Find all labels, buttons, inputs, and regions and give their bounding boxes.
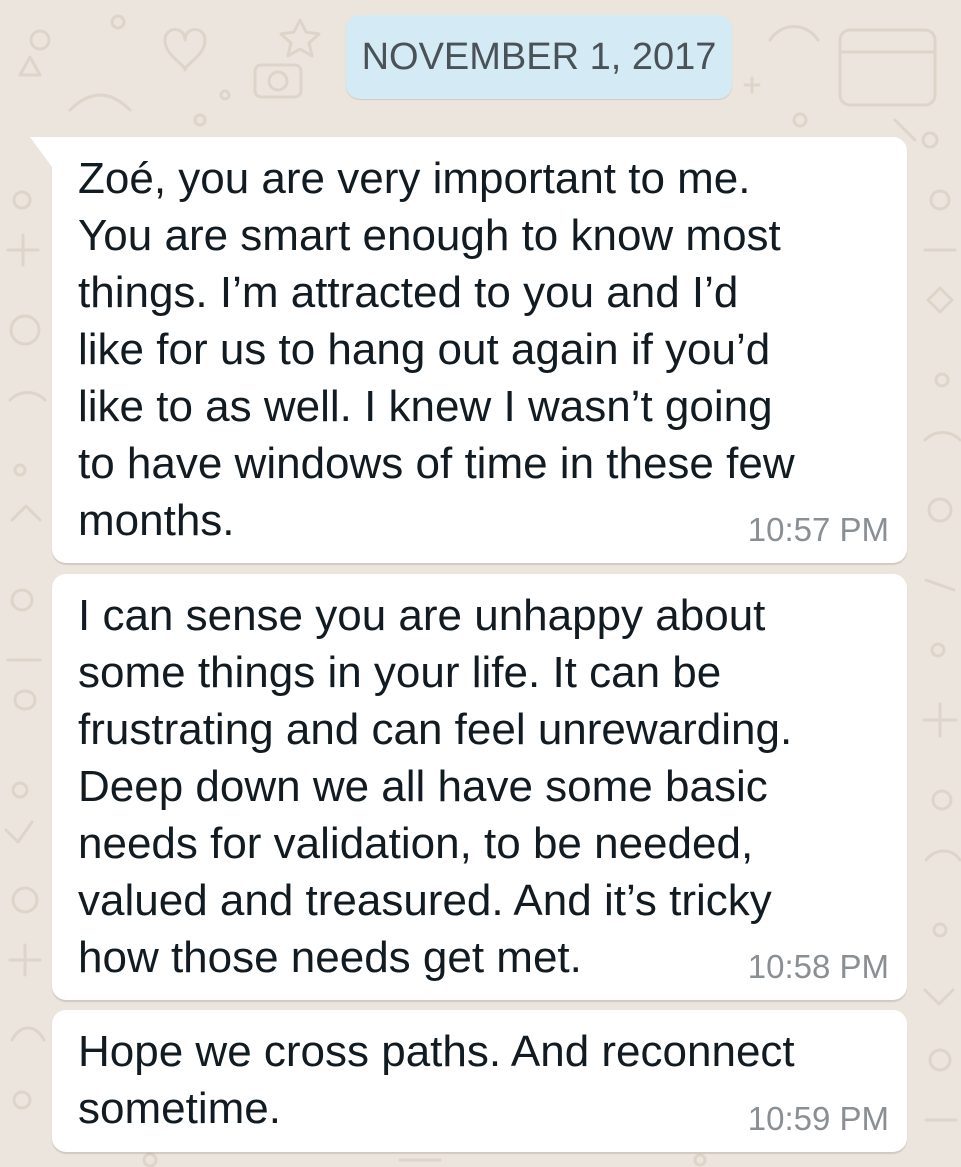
message-timestamp: 10:59 PM	[747, 1100, 889, 1137]
date-separator: NOVEMBER 1, 2017	[346, 15, 732, 99]
message-bubble[interactable]: I can sense you are unhappy about some t…	[52, 574, 907, 1000]
message-timestamp: 10:58 PM	[747, 948, 889, 985]
message-text: Zoé, you are very important to me. You a…	[78, 154, 795, 545]
bubble-tail	[30, 137, 52, 167]
message-bubble[interactable]: Hope we cross paths. And reconnect somet…	[52, 1010, 907, 1152]
message-timestamp: 10:57 PM	[747, 511, 889, 548]
message-bubble[interactable]: Zoé, you are very important to me. You a…	[30, 137, 907, 563]
message-text: I can sense you are unhappy about some t…	[78, 591, 793, 982]
